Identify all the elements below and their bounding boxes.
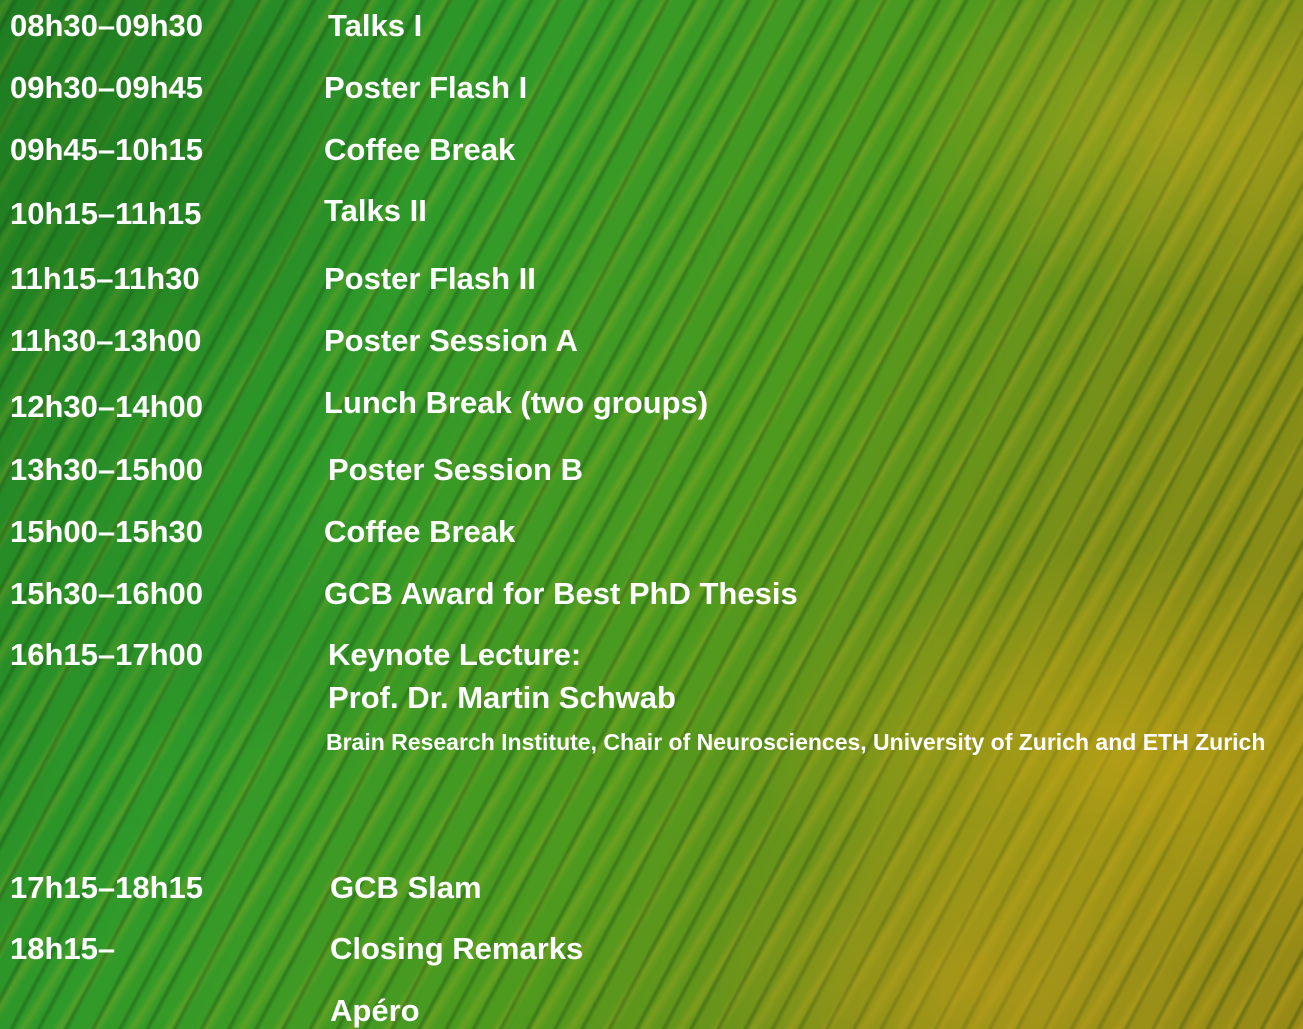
- session-title: Coffee Break: [324, 514, 516, 549]
- session-title: Closing Remarks: [330, 931, 584, 966]
- session-title: Poster Flash I: [324, 70, 528, 105]
- time-slot: 08h30–09h30: [10, 8, 204, 43]
- time-slot: 10h15–11h15: [10, 196, 202, 231]
- time-slot: 16h15–17h00: [10, 637, 204, 672]
- time-slot: 17h15–18h15: [10, 870, 204, 905]
- time-slot: 11h30–13h00: [10, 323, 202, 358]
- keynote-speaker: Prof. Dr. Martin Schwab: [328, 680, 676, 715]
- keynote-affiliation: Brain Research Institute, Chair of Neuro…: [326, 729, 1266, 755]
- session-title: Poster Session B: [328, 452, 583, 487]
- session-title: Coffee Break: [324, 132, 516, 167]
- session-title: GCB Slam: [330, 870, 482, 905]
- time-slot: 13h30–15h00: [10, 452, 204, 487]
- session-title: Keynote Lecture:: [328, 637, 582, 672]
- time-slot: 15h30–16h00: [10, 576, 204, 611]
- session-title: Lunch Break (two groups): [324, 385, 709, 420]
- time-slot: 11h15–11h30: [10, 261, 200, 296]
- session-title: Apéro: [330, 993, 420, 1028]
- time-slot: 12h30–14h00: [10, 389, 204, 424]
- time-slot: 18h15–: [10, 931, 116, 966]
- time-slot: 09h30–09h45: [10, 70, 204, 105]
- time-slot: 15h00–15h30: [10, 514, 204, 549]
- session-title: GCB Award for Best PhD Thesis: [324, 576, 798, 611]
- time-slot: 09h45–10h15: [10, 132, 204, 167]
- session-title: Poster Session A: [324, 323, 578, 358]
- session-title: Poster Flash II: [324, 261, 536, 296]
- session-title: Talks II: [324, 193, 427, 228]
- session-title: Talks I: [328, 8, 423, 43]
